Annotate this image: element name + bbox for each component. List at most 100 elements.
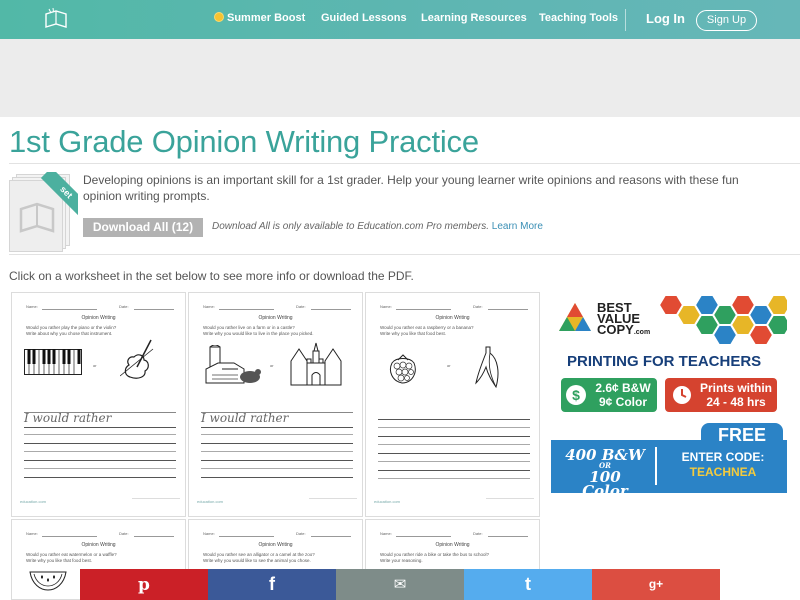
watermelon-icon [29, 571, 67, 591]
dollar-icon: $ [566, 385, 586, 405]
date-line [488, 309, 528, 310]
worksheet-heading: Opinion Writing [81, 542, 116, 548]
footer-line [309, 498, 357, 503]
page-title: 1st Grade Opinion Writing Practice [9, 124, 479, 159]
book-icon [19, 202, 55, 233]
download-note: Download All is only available to Educat… [212, 221, 543, 232]
worksheet-heading: Opinion Writing [435, 542, 470, 548]
writing-line [378, 419, 530, 420]
worksheet-prompt: Would you rather eat a raspberry or a ba… [380, 325, 474, 336]
worksheet-brand: education.com [20, 499, 47, 504]
name-line [219, 536, 274, 537]
clock-icon [673, 386, 691, 404]
sun-icon [214, 12, 224, 22]
bvc-logo-icon [559, 303, 591, 331]
set-thumbnail: set [8, 172, 78, 252]
turnaround-badge: Prints within 24 - 48 hrs [665, 378, 777, 412]
raspberry-icon [389, 354, 416, 384]
farm-icon [205, 345, 261, 384]
google-plus-icon: g+ [648, 577, 664, 591]
pinterest-share-button[interactable]: p [80, 569, 208, 600]
facebook-share-button[interactable]: f [208, 569, 336, 600]
date-line [134, 309, 174, 310]
worksheet-brand: education.com [374, 499, 401, 504]
google-plus-share-button[interactable]: g+ [592, 569, 720, 600]
instructions-text: Click on a worksheet in the set below to… [9, 269, 414, 283]
handwriting-sample: I would rather [201, 411, 289, 425]
login-link[interactable]: Log In [646, 11, 685, 26]
writing-line [201, 443, 353, 444]
free-label: FREE [701, 423, 783, 447]
logo-icon[interactable] [44, 8, 68, 30]
worksheet-prompt: Would you rather live on a farm or in a … [203, 325, 314, 336]
writing-line [378, 470, 530, 471]
offer-band: 400 B&W OR 100 Color ENTER CODE: TEACHNE… [551, 440, 787, 493]
worksheet-prompt: Would you rather play the piano or the v… [26, 325, 117, 336]
writing-line [24, 477, 176, 478]
date-line [488, 536, 528, 537]
twitter-icon: t [525, 574, 531, 594]
hexagon-pattern-icon [657, 295, 787, 346]
top-navigation: Summer Boost Guided Lessons Learning Res… [0, 0, 800, 39]
pinterest-icon: p [138, 575, 150, 595]
email-share-button[interactable]: ✉ [336, 569, 464, 600]
promo-code: TEACHNEA [689, 465, 757, 479]
writing-line [378, 444, 530, 445]
email-icon: ✉ [393, 576, 407, 593]
castle-icon [290, 342, 342, 386]
worksheet-prompt: Would you rather see an alligator or a c… [203, 552, 315, 563]
worksheet-heading: Opinion Writing [81, 315, 116, 321]
writing-line [201, 434, 353, 435]
nav-divider [625, 9, 626, 31]
worksheet-card[interactable]: Name: Date: Opinion Writing Would you ra… [188, 292, 363, 517]
date-line [134, 536, 174, 537]
worksheet-card[interactable]: Name: Date: Opinion Writing Would you ra… [11, 292, 186, 517]
date-line [311, 536, 351, 537]
worksheet-heading: Opinion Writing [258, 315, 293, 321]
worksheet-heading: Opinion Writing [435, 315, 470, 321]
nav-summer-boost[interactable]: Summer Boost [214, 12, 305, 24]
printing-advertisement[interactable]: BEST VALUE COPY.com PRINTING FOR TEACHERS… [551, 295, 787, 493]
code-label: ENTER CODE: [681, 450, 765, 464]
writing-line [378, 436, 530, 437]
learn-more-link[interactable]: Learn More [492, 221, 543, 232]
signup-button[interactable]: Sign Up [696, 10, 757, 31]
piano-icon [24, 349, 82, 375]
writing-line [378, 478, 530, 479]
nav-learning-resources[interactable]: Learning Resources [421, 12, 527, 24]
writing-line [24, 460, 176, 461]
svg-text:$: $ [572, 387, 580, 403]
writing-line [24, 412, 176, 413]
name-line [42, 309, 97, 310]
nav-guided-lessons[interactable]: Guided Lessons [321, 12, 407, 24]
twitter-share-button[interactable]: t [464, 569, 592, 600]
writing-line [201, 468, 353, 469]
writing-line [378, 461, 530, 462]
divider [9, 254, 800, 255]
worksheet-card[interactable]: Name: Date: Opinion Writing Would you ra… [365, 292, 540, 517]
nav-teaching-tools[interactable]: Teaching Tools [539, 12, 618, 24]
worksheet-brand: education.com [197, 499, 224, 504]
writing-line [24, 427, 176, 428]
writing-line [201, 460, 353, 461]
writing-line [378, 427, 530, 428]
writing-line [24, 451, 176, 452]
worksheet-prompt: Would you rather eat watermelon or a waf… [26, 552, 117, 563]
writing-line [201, 477, 353, 478]
download-all-button[interactable]: Download All (12) [83, 218, 203, 237]
name-line [219, 309, 274, 310]
divider [9, 163, 800, 164]
facebook-icon: f [269, 574, 275, 594]
writing-line [24, 434, 176, 435]
banana-icon [475, 346, 499, 389]
offer-divider [655, 447, 657, 485]
writing-line [201, 412, 353, 413]
writing-line [24, 443, 176, 444]
violin-icon [120, 339, 154, 379]
ad-brand: BEST VALUE COPY.com [597, 300, 651, 337]
banner-ad-space [0, 39, 800, 117]
date-line [311, 309, 351, 310]
name-line [42, 536, 97, 537]
writing-line [378, 453, 530, 454]
name-line [396, 536, 451, 537]
